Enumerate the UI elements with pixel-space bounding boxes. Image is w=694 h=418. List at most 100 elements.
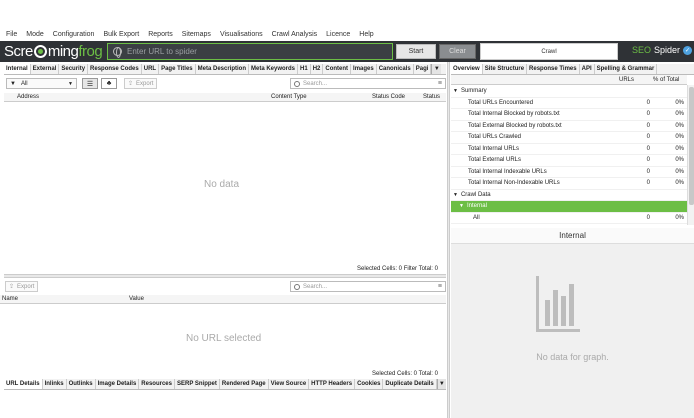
overview-row-all[interactable]: All 0 0% [451,213,687,224]
col-urls[interactable]: URLs [619,77,634,83]
menu-crawl-analysis[interactable]: Crawl Analysis [272,31,318,38]
tab-site-structure[interactable]: Site Structure [483,64,528,74]
row-urls: 0 [646,99,650,106]
menu-mode[interactable]: Mode [26,31,44,38]
detail-table-header: Name Value [0,295,446,304]
tree-node-summary[interactable]: ▼ Summary [451,86,687,98]
tab-page-titles[interactable]: Page Titles [159,64,196,74]
tab-security[interactable]: Security [59,64,89,74]
col-content-type[interactable]: Content Type [271,94,307,100]
chevron-down-icon: ▼ [433,66,440,72]
tab-external[interactable]: External [31,64,60,74]
search-icon [294,80,300,87]
tab-rendered-page[interactable]: Rendered Page [220,379,269,389]
detail-export-button[interactable]: ⇪ Export [5,281,39,292]
menu-reports[interactable]: Reports [148,31,173,38]
tab-meta-description[interactable]: Meta Description [196,64,249,74]
menu-bar: File Mode Configuration Bulk Export Repo… [0,27,694,41]
search-input[interactable]: Search... ≡ [290,78,446,89]
tab-outlinks[interactable]: Outlinks [67,379,96,389]
url-input[interactable]: Enter URL to spider [107,43,393,60]
col-name[interactable]: Name [2,296,18,302]
pane-splitter[interactable] [4,274,446,278]
tab-content[interactable]: Content [323,64,352,74]
tab-pagination[interactable]: Pagi [414,64,432,74]
tab-response-codes[interactable]: Response Codes [88,64,142,74]
menu-configuration[interactable]: Configuration [53,31,95,38]
search-placeholder: Search... [303,80,328,87]
overview-row[interactable]: Total External Blocked by robots.txt 0 0… [451,121,687,132]
overview-row[interactable]: Total Internal URLs 0 0% [451,144,687,155]
menu-sitemaps[interactable]: Sitemaps [182,31,211,38]
tab-h1[interactable]: H1 [298,64,311,74]
tab-overflow-dropdown[interactable]: ▼ [431,64,442,74]
menu-help[interactable]: Help [359,31,373,38]
clear-button[interactable]: Clear [439,44,476,59]
tab-url[interactable]: URL [142,64,160,74]
tab-view-source[interactable]: View Source [269,379,310,389]
chevron-down-icon: ▼ [68,80,73,87]
menu-file[interactable]: File [6,31,17,38]
overview-scrollbar[interactable] [687,85,694,225]
col-value[interactable]: Value [129,296,144,302]
logo-text-scre: Scre [4,43,33,60]
overview-row[interactable]: Total URLs Encountered 0 0% [451,98,687,109]
brand-label: SEO Spider ✓ [632,45,693,55]
start-button[interactable]: Start [396,44,436,59]
tab-meta-keywords[interactable]: Meta Keywords [249,64,299,74]
tab-serp-snippet[interactable]: SERP Snippet [175,379,220,389]
tree-node-crawl-data[interactable]: ▼ Crawl Data [451,190,687,201]
list-view-button[interactable]: ☰ [82,78,98,89]
menu-bulk-export[interactable]: Bulk Export [103,31,139,38]
tree-icon: ♣ [106,80,112,87]
overview-row[interactable]: Total External URLs 0 0% [451,155,687,167]
tab-http-headers[interactable]: HTTP Headers [309,379,356,389]
overview-row[interactable]: Total Internal Indexable URLs 0 0% [451,167,687,178]
menu-visualisations[interactable]: Visualisations [220,31,263,38]
tab-duplicate-details[interactable]: Duplicate Details [383,379,437,389]
tree-view-button[interactable]: ♣ [101,78,117,89]
app-header: Scre ming frog Enter URL to spider Start C… [0,41,694,62]
search-options-icon[interactable]: ≡ [438,80,442,87]
col-status[interactable]: Status [423,94,440,100]
row-label: Total Internal Indexable URLs [468,168,547,175]
row-label: Total URLs Encountered [468,99,534,106]
col-address[interactable]: Address [17,94,39,100]
tab-overview[interactable]: Overview [451,64,483,74]
crawl-mode-field[interactable]: Crawl [480,43,618,60]
tab-spelling-grammar[interactable]: Spelling & Grammar [595,64,658,74]
detail-status-line: Selected Cells: 0 Total: 0 [372,371,438,377]
tab-cookies[interactable]: Cookies [355,379,384,389]
row-pct: 0% [675,122,684,129]
col-pct-total[interactable]: % of Total [653,77,679,83]
search-options-icon[interactable]: ≡ [438,283,442,290]
graph-title: Internal [451,228,694,244]
vertical-splitter[interactable] [447,62,450,418]
detail-toolbar: ⇪ Export Search... ≡ [4,280,446,293]
row-label: Total URLs Crawled [468,134,522,140]
bottom-tab-overflow-dropdown[interactable]: ▼ [436,379,446,389]
overview-row[interactable]: Total Internal Blocked by robots.txt 0 0… [451,109,687,121]
overview-row[interactable]: Total Internal Non-Indexable URLs 0 0% [451,178,687,190]
menu-licence[interactable]: Licence [326,31,350,38]
overview-row[interactable]: Total URLs Crawled 0 0% [451,132,687,144]
tab-resources[interactable]: Resources [139,379,175,389]
row-label: Total External Blocked by robots.txt [468,122,562,129]
main-tab-bar: Internal External Security Response Code… [4,64,446,75]
scrollbar-thumb[interactable] [689,87,694,205]
graph-empty-text: No data for graph. [536,352,609,362]
tab-image-details[interactable]: Image Details [96,379,140,389]
tab-images[interactable]: Images [351,64,377,74]
tab-api[interactable]: API [580,64,595,74]
tab-url-details[interactable]: URL Details [4,379,43,389]
export-button[interactable]: ⇪ Export [124,78,158,89]
detail-search-input[interactable]: Search... ≡ [290,281,446,292]
tab-internal[interactable]: Internal [4,64,31,74]
tab-inlinks[interactable]: Inlinks [43,379,67,389]
tab-response-times[interactable]: Response Times [527,64,580,74]
tab-h2[interactable]: H2 [311,64,324,74]
tree-node-internal[interactable]: ▼ Internal [451,201,687,213]
tab-canonicals[interactable]: Canonicals [377,64,414,74]
col-status-code[interactable]: Status Code [372,94,405,100]
filter-select[interactable]: ▼ All ▼ [6,78,77,89]
